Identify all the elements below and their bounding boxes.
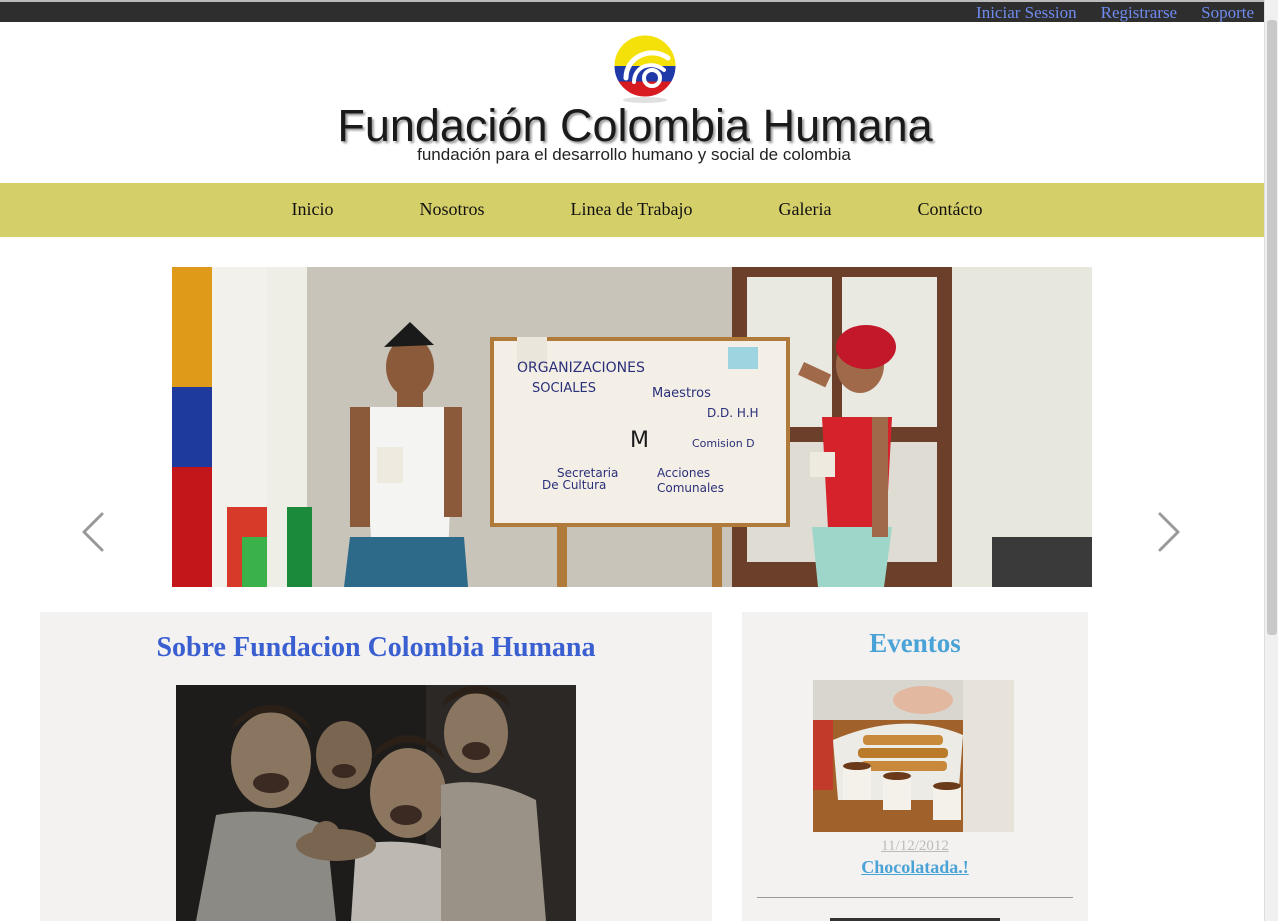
- event-photo[interactable]: [813, 680, 1014, 832]
- top-bar: Iniciar Session Registrarse Soporte: [0, 0, 1264, 22]
- svg-text:Acciones: Acciones: [657, 466, 710, 480]
- events-panel: Eventos 11/12/2012 Chocolatada.!: [742, 612, 1088, 921]
- site-tagline: fundación para el desarrollo humano y so…: [417, 145, 851, 164]
- event-divider: [757, 897, 1073, 898]
- hero-slideshow-image[interactable]: ORGANIZACIONES SOCIALES Maestros D.D. H.…: [172, 267, 1092, 587]
- login-link[interactable]: Iniciar Session: [976, 3, 1077, 23]
- svg-text:ORGANIZACIONES: ORGANIZACIONES: [517, 360, 645, 376]
- svg-text:SOCIALES: SOCIALES: [532, 381, 596, 396]
- foundation-logo[interactable]: [612, 28, 678, 104]
- svg-text:Comision D: Comision D: [692, 437, 755, 450]
- svg-text:De Cultura: De Cultura: [542, 478, 606, 492]
- svg-text:Comunales: Comunales: [657, 481, 724, 495]
- nav-item-nosotros[interactable]: Nosotros: [377, 199, 528, 220]
- nav-item-linea-de-trabajo[interactable]: Linea de Trabajo: [528, 199, 736, 220]
- main-nav: Inicio Nosotros Linea de Trabajo Galeria…: [0, 183, 1264, 237]
- slider-prev-arrow-icon[interactable]: [78, 510, 108, 554]
- register-link[interactable]: Registrarse: [1101, 3, 1177, 23]
- svg-text:M: M: [630, 428, 649, 453]
- about-photo: [176, 685, 576, 921]
- svg-text:Maestros: Maestros: [652, 386, 711, 401]
- event-date: 11/12/2012: [881, 838, 949, 854]
- site-header: Fundación Colombia Humana fundación para…: [0, 22, 1264, 183]
- hero-photo: ORGANIZACIONES SOCIALES Maestros D.D. H.…: [172, 267, 1092, 587]
- nav-item-contacto[interactable]: Contácto: [874, 199, 1025, 220]
- support-link[interactable]: Soporte: [1201, 3, 1254, 23]
- nav-item-galeria[interactable]: Galeria: [736, 199, 875, 220]
- account-links: Iniciar Session Registrarse Soporte: [976, 3, 1254, 23]
- scrollbar-thumb[interactable]: [1267, 20, 1277, 635]
- slider-next-arrow-icon[interactable]: [1154, 510, 1184, 554]
- nav-item-inicio[interactable]: Inicio: [249, 199, 377, 220]
- page-scrollbar[interactable]: [1264, 0, 1278, 921]
- events-heading: Eventos: [869, 628, 961, 658]
- event-title-link[interactable]: Chocolatada.!: [742, 857, 1088, 878]
- svg-text:D.D. H.H: D.D. H.H: [707, 406, 759, 420]
- about-heading: Sobre Fundacion Colombia Humana: [156, 632, 596, 663]
- about-panel: Sobre Fundacion Colombia Humana: [40, 612, 712, 921]
